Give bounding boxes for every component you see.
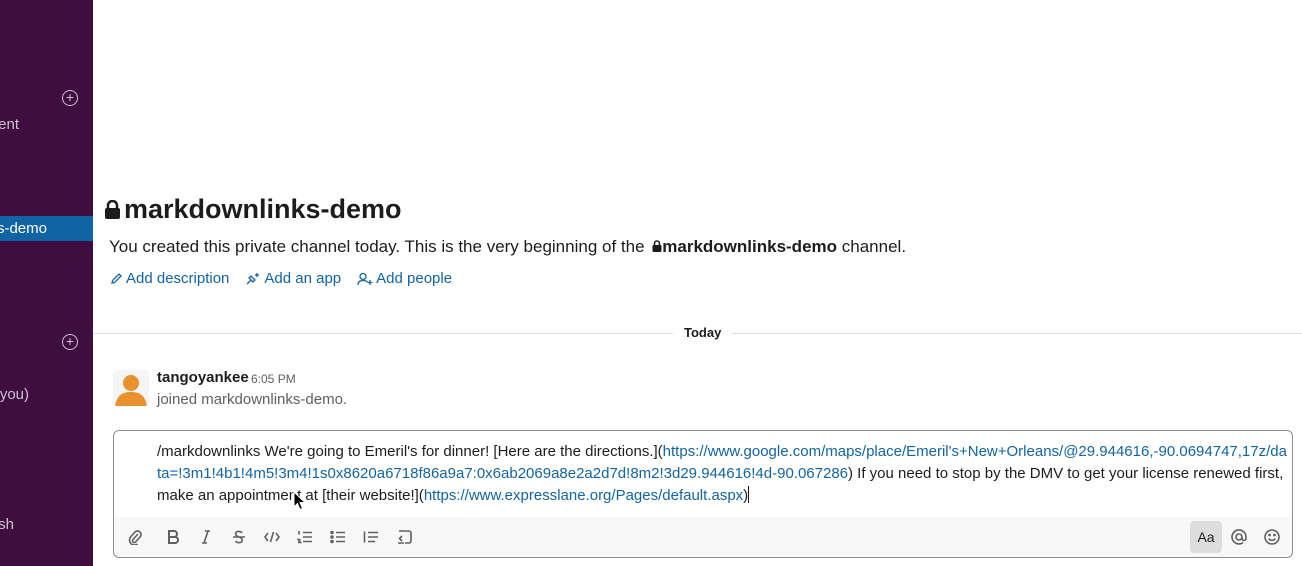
lock-icon [105, 199, 120, 219]
code-block-button[interactable] [391, 525, 417, 549]
sidebar-item[interactable]: sh [0, 516, 14, 533]
bulleted-list-button[interactable] [325, 525, 351, 549]
code-icon [264, 531, 280, 543]
intro-text: channel. [841, 237, 907, 256]
app-plug-icon [246, 272, 260, 284]
sidebar-item[interactable]: you) [0, 386, 29, 403]
intro-channel-name[interactable]: markdownlinks-demo [662, 237, 837, 256]
ordered-list-button[interactable] [292, 525, 318, 549]
add-people-link[interactable]: Add people [357, 270, 452, 287]
at-sign-icon [1231, 529, 1247, 545]
pencil-icon [111, 273, 122, 284]
blockquote-icon [363, 531, 378, 543]
formatting-toggle-button[interactable]: Aa [1190, 521, 1222, 553]
sidebar-item-active-channel[interactable]: s-demo [0, 216, 93, 241]
channel-name: markdownlinks-demo [124, 194, 402, 224]
channel-actions: Add description Add an app Add people [110, 270, 452, 287]
message-composer[interactable]: /markdownlinks We're going to Emeril's f… [113, 430, 1293, 558]
action-label: Add description [126, 270, 230, 287]
composer-text-segment: /markdownlinks We're going to Emeril's f… [157, 443, 663, 460]
add-section-icon[interactable]: + [62, 334, 78, 350]
italic-button[interactable] [193, 525, 219, 549]
bold-icon [168, 530, 179, 544]
code-block-icon [398, 530, 412, 544]
strikethrough-icon [233, 530, 245, 544]
code-button[interactable] [259, 525, 285, 549]
add-section-icon[interactable]: + [62, 90, 78, 106]
channel-intro: You created this private channel today. … [109, 237, 906, 257]
message-author[interactable]: tangoyankee [157, 369, 249, 386]
composer-input[interactable]: /markdownlinks We're going to Emeril's f… [157, 441, 1287, 507]
add-person-icon [357, 272, 373, 285]
avatar[interactable] [113, 370, 149, 406]
message-timestamp[interactable]: 6:05 PM [251, 372, 296, 386]
smiley-icon [1264, 529, 1280, 545]
add-description-link[interactable]: Add description [110, 270, 229, 287]
numbered-list-icon [297, 531, 312, 544]
sidebar-item[interactable]: ent [0, 116, 19, 133]
blockquote-button[interactable] [358, 525, 384, 549]
bold-button[interactable] [160, 525, 186, 549]
channel-title: markdownlinks-demo [104, 194, 402, 225]
italic-icon [202, 530, 210, 544]
sidebar: + ent s-demo + you) sh [0, 0, 93, 566]
attach-button[interactable] [122, 525, 148, 549]
sidebar-item-label: s-demo [0, 220, 47, 237]
intro-text: You created this private channel today. … [109, 237, 645, 256]
strikethrough-button[interactable] [226, 525, 252, 549]
add-app-link[interactable]: Add an app [245, 270, 341, 287]
default-avatar-icon [115, 375, 147, 406]
lock-icon [652, 240, 662, 252]
mention-button[interactable] [1226, 525, 1252, 549]
mouse-pointer-icon [293, 491, 307, 511]
message-text: joined markdownlinks-demo. [157, 391, 348, 408]
action-label: Add people [376, 270, 453, 287]
day-divider-label[interactable]: Today [673, 325, 733, 340]
emoji-button[interactable] [1259, 525, 1285, 549]
bulleted-list-icon [330, 530, 345, 544]
text-cursor [748, 486, 750, 503]
action-label: Add an app [264, 270, 342, 287]
paperclip-icon [128, 530, 142, 545]
composer-link[interactable]: https://www.expresslane.org/Pages/defaul… [424, 487, 743, 504]
composer-toolbar: Aa [114, 517, 1292, 557]
